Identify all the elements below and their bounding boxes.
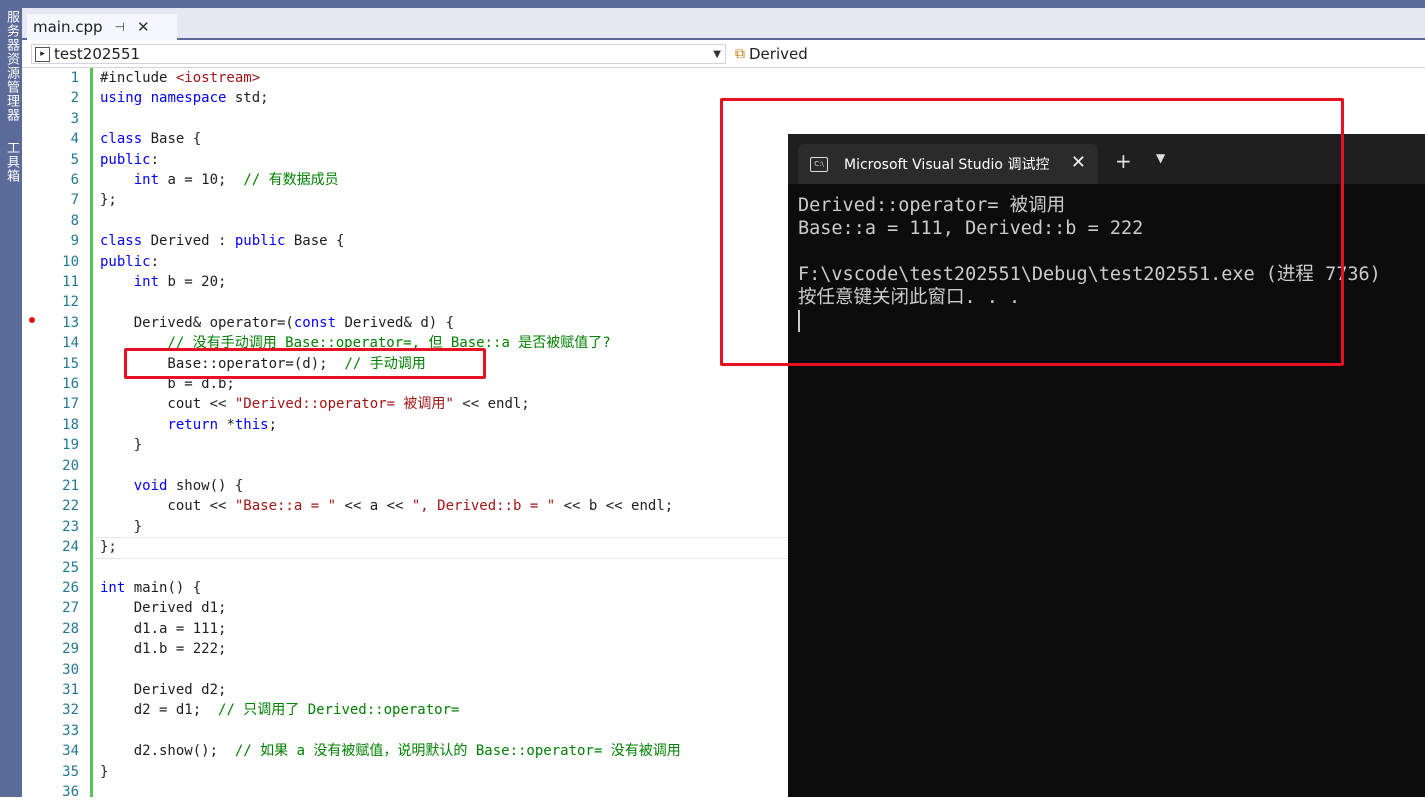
line-number: 19	[62, 437, 79, 454]
line-number: 36	[62, 784, 79, 800]
chevron-down-icon[interactable]: ▼	[713, 45, 721, 65]
code-text: int a = 10; // 有数据成员	[133, 172, 339, 188]
code-text: class Derived : public Base {	[100, 233, 345, 250]
line-number: 33	[62, 722, 79, 739]
line-number: 31	[62, 682, 79, 698]
code-text: Derived& operator=(const Derived& d) {	[100, 314, 455, 331]
server-explorer-tab[interactable]: 服务器资源管理器	[1, 10, 21, 122]
line-number: 35	[62, 763, 79, 780]
line-number: 17	[62, 396, 79, 413]
code-text: class Base {	[100, 131, 202, 148]
line-number: 21	[62, 478, 79, 494]
scope-dropdown[interactable]: ⧉ Derived	[735, 44, 808, 64]
code-text: void show() {	[133, 478, 244, 494]
annotation-box-output	[720, 98, 1344, 366]
code-text: };	[100, 192, 117, 209]
toolbox-tab[interactable]: 工具箱	[1, 141, 21, 183]
code-text: public:	[100, 253, 160, 270]
code-text: #include <iostream>	[100, 70, 261, 86]
line-number: 10	[62, 253, 79, 270]
line-number: 12	[62, 294, 79, 311]
line-number: 9	[70, 233, 79, 250]
scope-name: Derived	[749, 45, 808, 63]
line-number: 23	[62, 518, 79, 535]
line-number: 2	[70, 90, 79, 107]
code-text: }	[100, 437, 143, 454]
project-name: test202551	[54, 45, 141, 63]
project-icon: ▸	[35, 46, 50, 62]
code-text: int main() {	[100, 580, 202, 596]
line-number: 13	[62, 314, 79, 331]
code-text: return *this;	[167, 416, 278, 433]
code-text: }	[100, 518, 143, 535]
line-number: 20	[62, 457, 79, 474]
line-number: 3	[70, 110, 79, 127]
pin-icon[interactable]: ⊣	[115, 20, 125, 34]
class-icon: ⧉	[735, 46, 745, 62]
line-number: 26	[62, 580, 79, 596]
code-text: Derived d1;	[100, 600, 227, 617]
code-text: }	[100, 763, 109, 780]
line-number: 7	[70, 192, 79, 209]
line-number: 18	[62, 416, 79, 433]
breakpoint-marker[interactable]	[29, 317, 35, 323]
code-text: public:	[100, 151, 160, 168]
line-number: 32	[62, 702, 79, 719]
line-number: 34	[62, 743, 79, 760]
code-text: d1.a = 111;	[100, 620, 227, 637]
side-panel-strip: 服务器资源管理器 工具箱	[0, 0, 22, 797]
code-text: Derived d2;	[100, 682, 227, 698]
code-text: using namespace std;	[100, 90, 269, 107]
tab-title: main.cpp	[33, 18, 103, 36]
line-number: 15	[62, 355, 79, 372]
title-bar	[22, 0, 1425, 8]
line-number: 30	[62, 661, 79, 678]
line-number: 28	[62, 620, 79, 637]
code-text: int b = 20;	[133, 274, 227, 290]
code-text: d2 = d1; // 只调用了 Derived::operator=	[100, 702, 460, 719]
line-number: 29	[62, 641, 79, 658]
close-icon[interactable]: ✕	[137, 18, 150, 36]
line-number: 14	[62, 335, 79, 352]
document-tab-strip: main.cpp ⊣ ✕	[22, 8, 1425, 40]
line-number: 6	[70, 172, 79, 188]
annotation-box-manual-call	[124, 348, 486, 379]
navigation-bar: ▸ test202551 ▼ ⧉ Derived	[22, 40, 1425, 68]
code-text: cout << "Base::a = " << a << ", Derived:…	[100, 498, 674, 515]
line-number: 1	[70, 70, 79, 86]
line-number: 24	[62, 539, 79, 556]
code-text: d1.b = 222;	[100, 641, 227, 658]
line-number: 16	[62, 376, 79, 392]
code-text: };	[100, 539, 117, 556]
line-number: 27	[62, 600, 79, 617]
code-text: cout << "Derived::operator= 被调用" << endl…	[100, 396, 530, 413]
code-text: d2.show(); // 如果 a 没有被赋值，说明默认的 Base::ope…	[100, 743, 681, 760]
line-number: 8	[70, 212, 79, 229]
project-dropdown[interactable]: ▸ test202551 ▼	[31, 44, 726, 64]
line-number: 5	[70, 151, 79, 168]
line-number: 4	[70, 131, 79, 148]
change-indicator-bar	[90, 68, 93, 797]
line-number: 11	[62, 274, 79, 290]
line-number: 22	[62, 498, 79, 515]
line-number: 25	[62, 559, 79, 576]
tab-main-cpp[interactable]: main.cpp ⊣ ✕	[27, 14, 177, 40]
